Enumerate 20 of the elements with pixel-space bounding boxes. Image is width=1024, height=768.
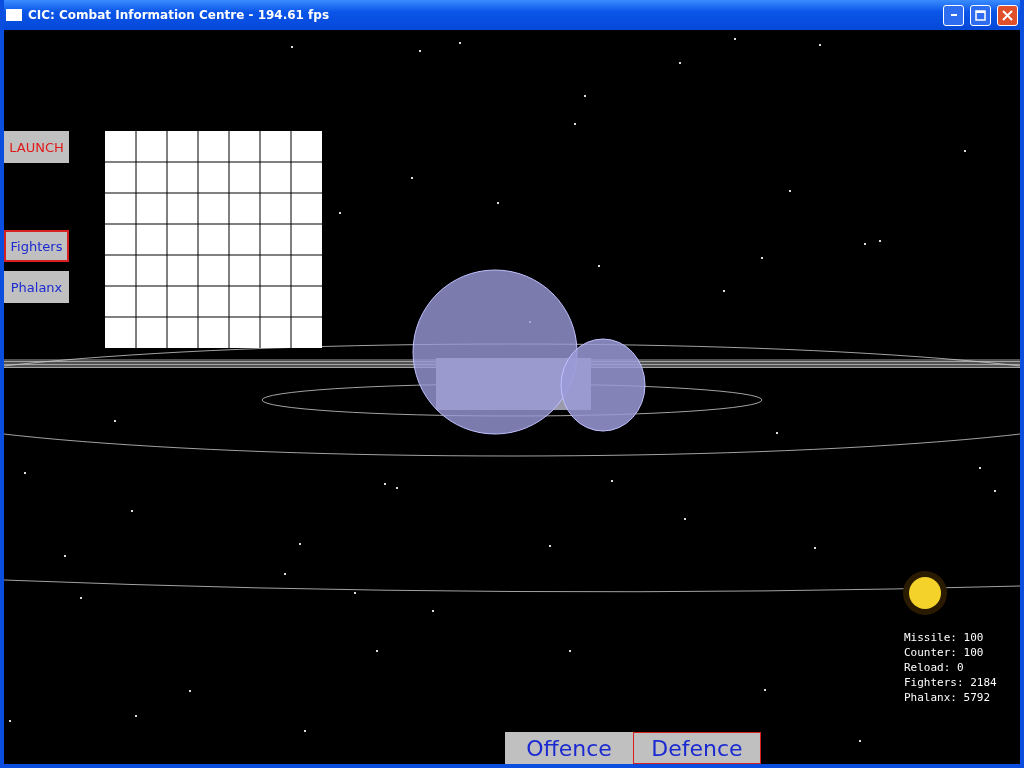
minimize-icon — [950, 14, 957, 16]
launch-button[interactable]: LAUNCH — [4, 131, 69, 163]
space-viewport[interactable]: LAUNCH Fighters Phalanx Missile: 100 Counter: 100 Reload: 0 Fighters: 2184 Phalanx: 5792 Offence Defence — [4, 30, 1020, 764]
mode-tab[interactable]: Defence — [633, 732, 761, 764]
mode-button[interactable]: Phalanx — [4, 271, 69, 303]
maximize-button[interactable] — [970, 4, 991, 26]
window-icon — [6, 9, 22, 21]
sun-drawing — [903, 571, 947, 615]
close-button[interactable] — [997, 4, 1018, 26]
stat-text: Missile: 100 — [904, 630, 985, 645]
window-title: CIC: Combat Information Centre - 194.61 fps — [28, 8, 331, 22]
mode-tab[interactable]: Offence — [505, 732, 633, 764]
stat-text: Phalanx: 5792 — [904, 690, 992, 705]
mode-button[interactable]: Fighters — [4, 230, 69, 262]
maximize-icon — [975, 9, 986, 21]
stat-text: Reload: 0 — [904, 660, 965, 675]
stat-text: Counter: 100 — [904, 645, 985, 660]
minimize-button[interactable] — [943, 4, 964, 26]
stat-text: Fighters: 2184 — [904, 675, 997, 690]
close-icon — [1002, 9, 1013, 21]
